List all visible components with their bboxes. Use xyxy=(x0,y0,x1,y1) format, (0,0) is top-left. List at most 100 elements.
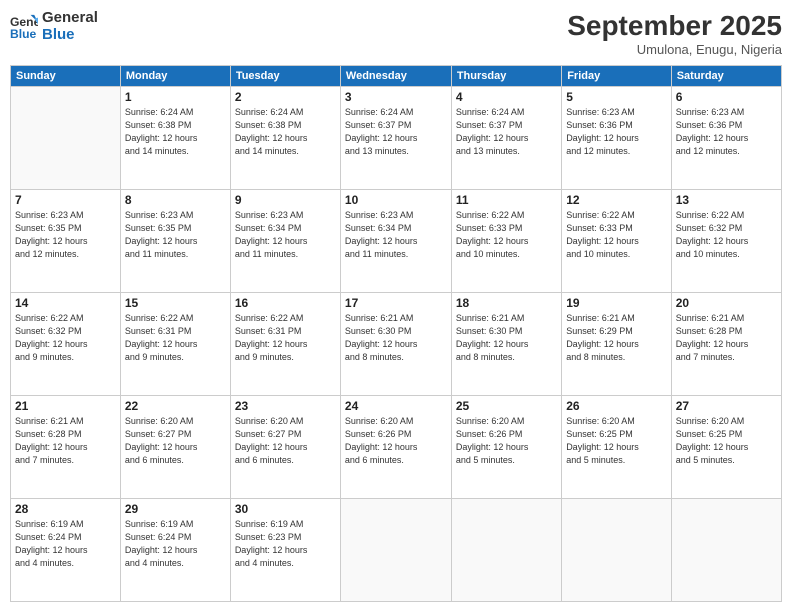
day-cell xyxy=(671,499,781,602)
day-cell: 18 Sunrise: 6:21 AM Sunset: 6:30 PM Dayli… xyxy=(451,293,561,396)
day-number: 25 xyxy=(456,399,557,413)
general-blue-logo-icon: General Blue xyxy=(10,13,38,41)
day-info: Sunrise: 6:19 AM Sunset: 6:24 PM Dayligh… xyxy=(125,518,226,570)
day-cell: 13Sunrise: 6:22 AM Sunset: 6:32 PM Dayli… xyxy=(671,190,781,293)
day-info: Sunrise: 6:24 AM Sunset: 6:37 PM Dayligh… xyxy=(345,106,447,158)
col-tuesday: Tuesday xyxy=(230,66,340,87)
week-row-2: 7 Sunrise: 6:23 AM Sunset: 6:35 PM Daylig… xyxy=(11,190,782,293)
logo-line2: Blue xyxy=(42,27,98,44)
location: Umulona, Enugu, Nigeria xyxy=(567,42,782,57)
day-info: Sunrise: 6:22 AM Sunset: 6:33 PM Dayligh… xyxy=(566,209,667,261)
week-row-1: 1 Sunrise: 6:24 AM Sunset: 6:38 PM Daylig… xyxy=(11,87,782,190)
day-number: 27 xyxy=(676,399,777,413)
day-info: Sunrise: 6:22 AM Sunset: 6:32 PM Dayligh… xyxy=(15,312,116,364)
day-info: Sunrise: 6:20 AM Sunset: 6:25 PM Dayligh… xyxy=(566,415,667,467)
day-info: Sunrise: 6:24 AM Sunset: 6:37 PM Dayligh… xyxy=(456,106,557,158)
day-number: 28 xyxy=(15,502,116,516)
day-cell: 3Sunrise: 6:24 AM Sunset: 6:37 PM Daylig… xyxy=(340,87,451,190)
col-friday: Friday xyxy=(562,66,672,87)
day-cell xyxy=(11,87,121,190)
day-info: Sunrise: 6:21 AM Sunset: 6:30 PM Dayligh… xyxy=(345,312,447,364)
week-row-3: 14Sunrise: 6:22 AM Sunset: 6:32 PM Dayli… xyxy=(11,293,782,396)
day-cell: 28 Sunrise: 6:19 AM Sunset: 6:24 PM Dayli… xyxy=(11,499,121,602)
day-number: 10 xyxy=(345,193,447,207)
day-cell xyxy=(451,499,561,602)
day-info: Sunrise: 6:23 AM Sunset: 6:34 PM Dayligh… xyxy=(345,209,447,261)
day-cell: 21 Sunrise: 6:21 AM Sunset: 6:28 PM Dayli… xyxy=(11,396,121,499)
day-cell: 11 Sunrise: 6:22 AM Sunset: 6:33 PM Dayli… xyxy=(451,190,561,293)
calendar: Sunday Monday Tuesday Wednesday Thursday… xyxy=(10,65,782,602)
day-cell xyxy=(340,499,451,602)
day-number: 29 xyxy=(125,502,226,516)
day-cell: 22Sunrise: 6:20 AM Sunset: 6:27 PM Dayli… xyxy=(120,396,230,499)
col-sunday: Sunday xyxy=(11,66,121,87)
day-number: 23 xyxy=(235,399,336,413)
day-cell: 10 Sunrise: 6:23 AM Sunset: 6:34 PM Dayli… xyxy=(340,190,451,293)
day-cell: 6 Sunrise: 6:23 AM Sunset: 6:36 PM Daylig… xyxy=(671,87,781,190)
day-cell: 12 Sunrise: 6:22 AM Sunset: 6:33 PM Dayli… xyxy=(562,190,672,293)
day-info: Sunrise: 6:20 AM Sunset: 6:25 PM Dayligh… xyxy=(676,415,777,467)
col-monday: Monday xyxy=(120,66,230,87)
day-number: 17 xyxy=(345,296,447,310)
day-number: 30 xyxy=(235,502,336,516)
day-info: Sunrise: 6:22 AM Sunset: 6:33 PM Dayligh… xyxy=(456,209,557,261)
day-cell: 4Sunrise: 6:24 AM Sunset: 6:37 PM Daylig… xyxy=(451,87,561,190)
day-info: Sunrise: 6:23 AM Sunset: 6:35 PM Dayligh… xyxy=(125,209,226,261)
day-info: Sunrise: 6:20 AM Sunset: 6:26 PM Dayligh… xyxy=(456,415,557,467)
month-title: September 2025 xyxy=(567,10,782,42)
day-info: Sunrise: 6:20 AM Sunset: 6:27 PM Dayligh… xyxy=(125,415,226,467)
day-info: Sunrise: 6:23 AM Sunset: 6:36 PM Dayligh… xyxy=(676,106,777,158)
day-info: Sunrise: 6:21 AM Sunset: 6:30 PM Dayligh… xyxy=(456,312,557,364)
day-cell: 1 Sunrise: 6:24 AM Sunset: 6:38 PM Daylig… xyxy=(120,87,230,190)
title-block: September 2025 Umulona, Enugu, Nigeria xyxy=(567,10,782,57)
col-thursday: Thursday xyxy=(451,66,561,87)
day-number: 6 xyxy=(676,90,777,104)
day-number: 26 xyxy=(566,399,667,413)
calendar-header-row: Sunday Monday Tuesday Wednesday Thursday… xyxy=(11,66,782,87)
day-cell: 30 Sunrise: 6:19 AM Sunset: 6:23 PM Dayli… xyxy=(230,499,340,602)
day-cell: 5Sunrise: 6:23 AM Sunset: 6:36 PM Daylig… xyxy=(562,87,672,190)
day-cell: 8 Sunrise: 6:23 AM Sunset: 6:35 PM Daylig… xyxy=(120,190,230,293)
week-row-4: 21 Sunrise: 6:21 AM Sunset: 6:28 PM Dayli… xyxy=(11,396,782,499)
day-number: 16 xyxy=(235,296,336,310)
day-number: 1 xyxy=(125,90,226,104)
day-cell: 2Sunrise: 6:24 AM Sunset: 6:38 PM Daylig… xyxy=(230,87,340,190)
day-cell: 25 Sunrise: 6:20 AM Sunset: 6:26 PM Dayli… xyxy=(451,396,561,499)
day-cell xyxy=(562,499,672,602)
col-wednesday: Wednesday xyxy=(340,66,451,87)
col-saturday: Saturday xyxy=(671,66,781,87)
logo: General Blue General Blue xyxy=(10,10,98,43)
day-cell: 23 Sunrise: 6:20 AM Sunset: 6:27 PM Dayli… xyxy=(230,396,340,499)
day-info: Sunrise: 6:22 AM Sunset: 6:31 PM Dayligh… xyxy=(235,312,336,364)
day-cell: 7Sunrise: 6:23 AM Sunset: 6:35 PM Daylig… xyxy=(11,190,121,293)
day-cell: 15Sunrise: 6:22 AM Sunset: 6:31 PM Dayli… xyxy=(120,293,230,396)
svg-text:Blue: Blue xyxy=(10,27,37,41)
day-info: Sunrise: 6:19 AM Sunset: 6:24 PM Dayligh… xyxy=(15,518,116,570)
page: General Blue General Blue September 2025… xyxy=(0,0,792,612)
day-cell: 29 Sunrise: 6:19 AM Sunset: 6:24 PM Dayli… xyxy=(120,499,230,602)
day-cell: 20Sunrise: 6:21 AM Sunset: 6:28 PM Dayli… xyxy=(671,293,781,396)
day-info: Sunrise: 6:21 AM Sunset: 6:28 PM Dayligh… xyxy=(676,312,777,364)
logo-line1: General xyxy=(42,10,98,27)
day-number: 2 xyxy=(235,90,336,104)
day-info: Sunrise: 6:20 AM Sunset: 6:26 PM Dayligh… xyxy=(345,415,447,467)
day-number: 12 xyxy=(566,193,667,207)
day-info: Sunrise: 6:19 AM Sunset: 6:23 PM Dayligh… xyxy=(235,518,336,570)
day-info: Sunrise: 6:24 AM Sunset: 6:38 PM Dayligh… xyxy=(125,106,226,158)
day-cell: 24Sunrise: 6:20 AM Sunset: 6:26 PM Dayli… xyxy=(340,396,451,499)
day-cell: 27 Sunrise: 6:20 AM Sunset: 6:25 PM Dayli… xyxy=(671,396,781,499)
week-row-5: 28 Sunrise: 6:19 AM Sunset: 6:24 PM Dayli… xyxy=(11,499,782,602)
day-number: 8 xyxy=(125,193,226,207)
day-number: 5 xyxy=(566,90,667,104)
day-info: Sunrise: 6:20 AM Sunset: 6:27 PM Dayligh… xyxy=(235,415,336,467)
day-number: 7 xyxy=(15,193,116,207)
day-number: 9 xyxy=(235,193,336,207)
day-number: 15 xyxy=(125,296,226,310)
day-info: Sunrise: 6:23 AM Sunset: 6:34 PM Dayligh… xyxy=(235,209,336,261)
day-info: Sunrise: 6:21 AM Sunset: 6:28 PM Dayligh… xyxy=(15,415,116,467)
day-info: Sunrise: 6:21 AM Sunset: 6:29 PM Dayligh… xyxy=(566,312,667,364)
day-number: 11 xyxy=(456,193,557,207)
day-number: 21 xyxy=(15,399,116,413)
day-cell: 9 Sunrise: 6:23 AM Sunset: 6:34 PM Daylig… xyxy=(230,190,340,293)
day-number: 18 xyxy=(456,296,557,310)
